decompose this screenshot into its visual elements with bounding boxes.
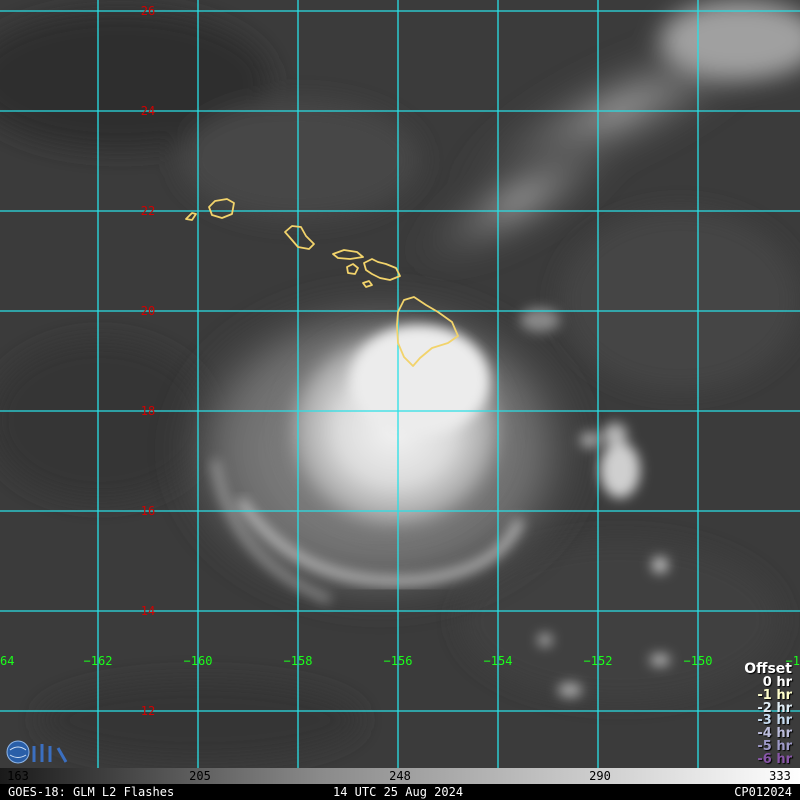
- lon-label: −154: [484, 654, 513, 668]
- lat-label: 12: [141, 704, 155, 718]
- lat-label: 14: [141, 604, 155, 618]
- colorbar-tick: 290: [589, 769, 611, 783]
- lon-label: −150: [684, 654, 713, 668]
- legend-item: -6 hr: [757, 751, 792, 767]
- lat-label: 16: [141, 504, 155, 518]
- lat-label: 20: [141, 304, 155, 318]
- time-offset-legend: Offset 0 hr -1 hr -2 hr -3 hr -4 hr -5 h…: [744, 662, 792, 767]
- colorbar-tick: 163: [7, 769, 29, 783]
- info-footer: GOES-18: GLM L2 Flashes 14 UTC 25 Aug 20…: [0, 784, 800, 800]
- satellite-map: 26 24 22 20 18 16 14 12 64 −162 −160 −15…: [0, 0, 800, 768]
- colorbar-tick: 333: [769, 769, 791, 783]
- lat-label: 22: [141, 204, 155, 218]
- lat-label: 24: [141, 104, 155, 118]
- lon-label: −160: [184, 654, 213, 668]
- lon-label: −158: [284, 654, 313, 668]
- timestamp-label: 14 UTC 25 Aug 2024: [333, 785, 464, 799]
- lon-label: −156: [384, 654, 413, 668]
- globe-icon: [6, 740, 30, 764]
- lon-label: −152: [584, 654, 613, 668]
- satellite-product-label: GOES-18: GLM L2 Flashes: [8, 785, 175, 799]
- colorbar-tick: 248: [389, 769, 411, 783]
- cira-logo: [6, 740, 68, 764]
- brightness-colorbar: 163 205 248 290 333: [0, 768, 800, 784]
- lat-label: 26: [141, 4, 155, 18]
- lon-label: −162: [84, 654, 113, 668]
- lat-label: 18: [141, 404, 155, 418]
- storm-id-label: CP012024: [734, 785, 792, 799]
- legend-title: Offset: [744, 661, 792, 677]
- lon-label: 64: [0, 654, 14, 668]
- colorbar-tick: 205: [189, 769, 211, 783]
